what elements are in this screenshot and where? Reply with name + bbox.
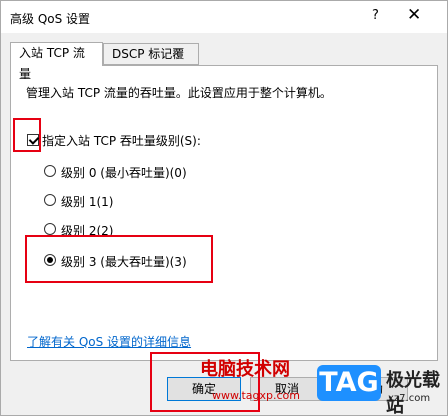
window-title: 高级 QoS 设置 [10, 12, 91, 26]
tag-logo: TAG [317, 365, 381, 401]
title-bar: 高级 QoS 设置 ? ✕ [1, 1, 447, 33]
watermark-url: www.tagxp.com [212, 389, 300, 402]
tag-side-subtext: xz7.com [388, 393, 431, 404]
radio-button[interactable] [44, 223, 56, 235]
tab-inbound-tcp[interactable]: 入站 TCP 流量 [10, 42, 103, 81]
highlight-box-level-3 [25, 235, 213, 283]
highlight-box-checkbox [13, 118, 41, 152]
radio-button[interactable] [44, 165, 56, 177]
tag-side-text: 极光载站 [386, 370, 440, 417]
tab-panel [10, 65, 438, 361]
panel-description: 管理入站 TCP 流量的吞吐量。此设置应用于整个计算机。 [26, 86, 332, 100]
radio-label[interactable]: 级别 1(1) [61, 193, 113, 210]
help-icon[interactable]: ? [372, 8, 379, 23]
throughput-level-checkbox-label[interactable]: 指定入站 TCP 吞吐量级别(S): [42, 132, 201, 149]
radio-label[interactable]: 级别 0 (最小吞吐量)(0) [61, 164, 187, 181]
radio-button[interactable] [44, 194, 56, 206]
qos-details-link[interactable]: 了解有关 QoS 设置的详细信息 [27, 333, 191, 350]
close-icon[interactable]: ✕ [407, 5, 421, 25]
tab-dscp-override[interactable]: DSCP 标记覆盖 [103, 43, 199, 82]
watermark-site-name: 电脑技术网 [200, 359, 290, 380]
